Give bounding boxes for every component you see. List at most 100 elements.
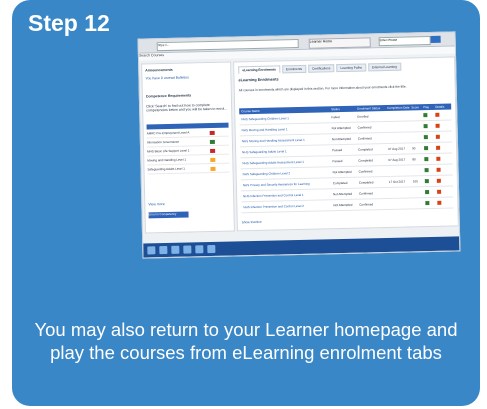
status-swatch xyxy=(209,139,215,145)
table-cell: 07 Aug 2017 xyxy=(388,146,406,151)
browser-icon[interactable] xyxy=(159,246,168,255)
tab-2[interactable]: Certifications xyxy=(307,64,335,73)
announcements-heading: Announcements xyxy=(145,67,173,73)
play-icon[interactable] xyxy=(425,190,430,195)
browser-tab[interactable]: Learner Home xyxy=(308,37,371,49)
competency-row[interactable]: Moving and Handling Level 1 xyxy=(147,156,230,166)
competency-table-header xyxy=(146,122,229,130)
tab-0[interactable]: eLearning Enrolments xyxy=(238,65,281,75)
status-swatch xyxy=(210,157,216,163)
table-cell: Completed xyxy=(358,158,373,163)
table-cell: Failed xyxy=(331,115,340,120)
play-icon[interactable] xyxy=(424,179,429,184)
table-cell: Enrolled xyxy=(357,114,369,119)
competency-row[interactable]: Safeguarding Adults Level 1 xyxy=(147,165,230,175)
table-cell: 90 xyxy=(412,146,416,151)
competency-heading: Competence Requirements xyxy=(145,93,192,99)
address-bar[interactable]: https://... xyxy=(156,38,299,52)
section-text: All courses in enrolments which are disp… xyxy=(238,84,407,93)
app-icon[interactable] xyxy=(207,244,216,254)
details-icon[interactable] xyxy=(436,178,441,183)
details-icon[interactable] xyxy=(437,200,442,205)
table-cell: Not Attempted xyxy=(331,136,351,142)
table-cell: 100 xyxy=(412,179,418,184)
tab-3[interactable]: Learning Paths xyxy=(336,63,367,73)
details-icon[interactable] xyxy=(436,145,441,150)
column-header[interactable]: Completion Date xyxy=(387,105,409,110)
play-icon[interactable] xyxy=(424,157,429,162)
details-icon[interactable] xyxy=(435,134,440,139)
table-cell: Not Attempted xyxy=(332,169,352,175)
table-cell: Completed xyxy=(358,180,374,185)
enrolment-tabs: eLearning Enrolments Enrolments Certificat… xyxy=(238,62,402,75)
table-cell: Confirmed xyxy=(359,202,374,207)
word-icon[interactable] xyxy=(183,245,192,254)
details-icon[interactable] xyxy=(436,156,441,161)
search-input[interactable]: Enter Phrase xyxy=(378,35,431,47)
competency-row[interactable]: AMRC Pre-Employment Level A xyxy=(146,129,229,139)
course-name-link[interactable]: NHS Safeguarding Children Level 2 xyxy=(243,171,291,176)
start-icon[interactable] xyxy=(147,246,156,255)
play-icon[interactable] xyxy=(423,113,428,118)
table-cell: 80 xyxy=(412,157,416,162)
competency-name: Safeguarding Adults Level 1 xyxy=(147,166,185,172)
taskbar xyxy=(143,236,460,258)
course-name-link[interactable]: NHS Moving and Handling Assessment Level… xyxy=(242,138,305,143)
table-cell: 07 Aug 2017 xyxy=(388,157,406,162)
table-cell: Completed xyxy=(358,147,373,152)
play-icon[interactable] xyxy=(423,124,428,129)
view-more-link[interactable]: View more xyxy=(148,202,165,206)
course-name-link[interactable]: NHS Safeguarding Adults Assessment Level… xyxy=(242,160,304,165)
announcement-link[interactable]: You have 0 unread Bulletins xyxy=(145,75,189,80)
main-panel: eLearning Enrolments Enrolments Certificat… xyxy=(233,56,459,232)
course-name-link[interactable]: NHS Safeguarding Adults Level 1 xyxy=(242,149,287,154)
details-icon[interactable] xyxy=(437,189,442,194)
course-name-link[interactable]: NHS Infection Prevention and Control Lev… xyxy=(243,193,304,198)
table-cell: Confirmed xyxy=(357,125,372,130)
course-name-link[interactable]: NHS Safeguarding Children Level 1 xyxy=(241,116,289,121)
table-cell: Confirmed xyxy=(357,136,372,141)
details-icon[interactable] xyxy=(436,167,441,172)
table-cell: Not Attempted xyxy=(333,202,353,208)
table-cell: Not Attempted xyxy=(331,125,351,131)
competency-name: Moving and Handling Level 1 xyxy=(147,157,187,163)
status-swatch xyxy=(210,148,216,154)
left-panel: Announcements You have 0 unread Bulletin… xyxy=(141,61,235,234)
column-header[interactable]: Status xyxy=(331,107,340,111)
show-inactive-link[interactable]: Show Inactive xyxy=(242,220,262,224)
play-icon[interactable] xyxy=(423,135,428,140)
competency-row[interactable]: MHS Basic Life Support Level 1 xyxy=(147,147,230,157)
outlook-icon[interactable] xyxy=(195,245,204,254)
competency-intro: Click 'Search' to find out how to comple… xyxy=(146,103,228,113)
column-header[interactable]: Course Name xyxy=(241,109,260,113)
play-icon[interactable] xyxy=(424,146,429,151)
column-header[interactable]: Details xyxy=(435,105,444,109)
table-cell: Not Attempted xyxy=(333,191,353,197)
table-cell: Completed xyxy=(332,180,348,186)
tab-4[interactable]: External Learning xyxy=(367,62,402,72)
play-icon[interactable] xyxy=(424,168,429,173)
section-title: eLearning Enrolments xyxy=(238,77,279,83)
enrol-competency-button[interactable]: Enrol in Competency xyxy=(148,211,189,219)
course-name-link[interactable]: NHS Infection Prevention and Control Lev… xyxy=(243,204,304,209)
competency-name: Information Governance xyxy=(146,139,180,145)
competency-row[interactable]: Information Governance xyxy=(146,138,229,148)
course-name-link[interactable]: NHS Moving and Handling Level 1 xyxy=(242,127,288,132)
details-icon[interactable] xyxy=(435,123,440,128)
table-cell: 17 Oct 2017 xyxy=(388,179,406,184)
step-title: Step 12 xyxy=(28,10,110,36)
table-cell: Passed xyxy=(332,159,343,164)
details-icon[interactable] xyxy=(435,112,440,117)
play-icon[interactable] xyxy=(425,201,430,206)
screenshot-thumbnail: https://... Learner Home Enter Phrase Se… xyxy=(137,31,461,259)
search-button[interactable] xyxy=(430,35,441,43)
competency-name: AMRC Pre-Employment Level A xyxy=(146,130,190,136)
tab-1[interactable]: Enrolments xyxy=(281,64,307,74)
column-header[interactable]: Enrolment Status xyxy=(357,106,380,111)
status-swatch xyxy=(210,166,216,172)
column-header[interactable]: Play xyxy=(423,105,429,109)
folder-icon[interactable] xyxy=(171,245,180,254)
column-header[interactable]: Score xyxy=(411,105,419,109)
course-name-link[interactable]: NHS Privacy and Security Awareness for L… xyxy=(243,182,310,188)
table-cell: Confirmed xyxy=(358,169,373,174)
